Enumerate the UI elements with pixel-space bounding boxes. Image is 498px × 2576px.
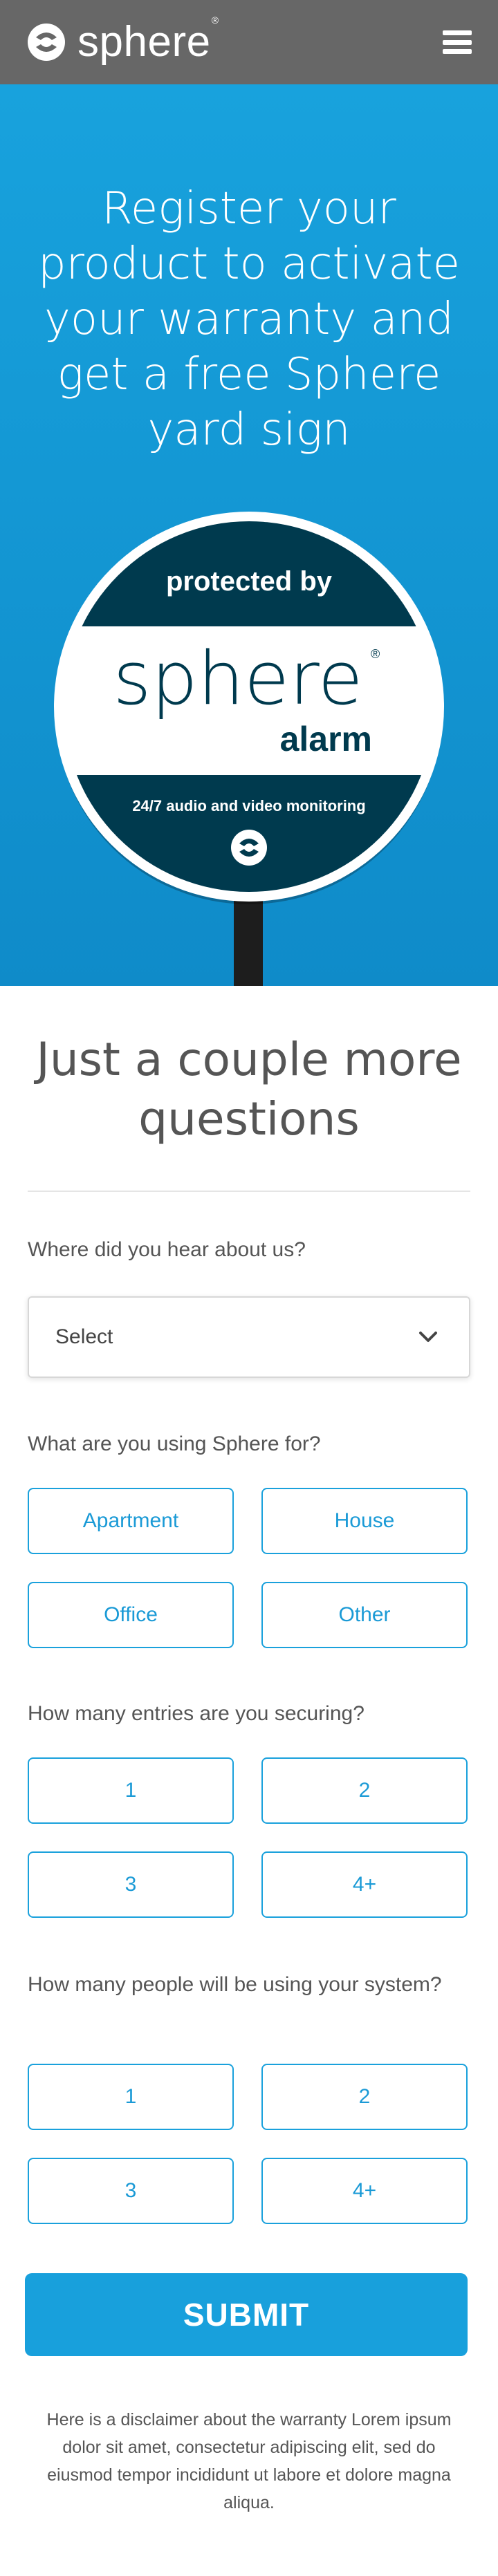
form-title: Just a couple more questions (36, 1033, 462, 1146)
sphere-logo-icon (28, 24, 65, 61)
sign-logo-icon (231, 830, 267, 866)
sign-brand-text: sphere (113, 636, 362, 721)
submit-button[interactable]: SUBMIT (25, 2273, 468, 2356)
heard-about-selected-value: Select (55, 1325, 113, 1348)
people-option-4-plus[interactable]: 4+ (261, 2158, 468, 2224)
hero-title: Register your product to activate your w… (38, 183, 460, 456)
registered-mark: ® (211, 15, 219, 26)
sign-top-text: protected by (166, 566, 333, 597)
brand-name: sphere ® (77, 15, 219, 66)
question-heard-about: Where did you hear about us? (28, 1238, 306, 1261)
entries-option-1[interactable]: 1 (28, 1757, 234, 1824)
hamburger-icon[interactable] (443, 30, 472, 54)
sign-registered-mark: ® (371, 647, 380, 661)
question-usage: What are you using Sphere for? (28, 1432, 321, 1455)
chevron-down-icon (419, 1332, 437, 1342)
hero-banner: Register your product to activate your w… (0, 84, 498, 986)
entries-option-3[interactable]: 3 (28, 1851, 234, 1918)
sign-tagline: 24/7 audio and video monitoring (132, 797, 365, 814)
usage-option-house[interactable]: House (261, 1488, 468, 1554)
warranty-disclaimer: Here is a disclaimer about the warranty … (46, 2410, 452, 2512)
yard-sign-image: protected by sphere ® alarm 24/7 audio a… (54, 512, 444, 904)
usage-option-office[interactable]: Office (28, 1582, 234, 1648)
entries-option-2[interactable]: 2 (261, 1757, 468, 1824)
entries-option-4-plus[interactable]: 4+ (261, 1851, 468, 1918)
top-navigation-bar: sphere ® (0, 0, 498, 84)
people-option-3[interactable]: 3 (28, 2158, 234, 2224)
question-people: How many people will be using your syste… (28, 1973, 442, 1996)
usage-option-apartment[interactable]: Apartment (28, 1488, 234, 1554)
brand-home-link[interactable]: sphere ® (26, 15, 219, 66)
sign-product-text: alarm (280, 720, 372, 758)
people-option-1[interactable]: 1 (28, 2064, 234, 2130)
question-entries: How many entries are you securing? (28, 1702, 365, 1725)
heard-about-select[interactable]: Select (28, 1296, 470, 1378)
people-option-2[interactable]: 2 (261, 2064, 468, 2130)
section-divider (28, 1191, 470, 1192)
usage-option-other[interactable]: Other (261, 1582, 468, 1648)
